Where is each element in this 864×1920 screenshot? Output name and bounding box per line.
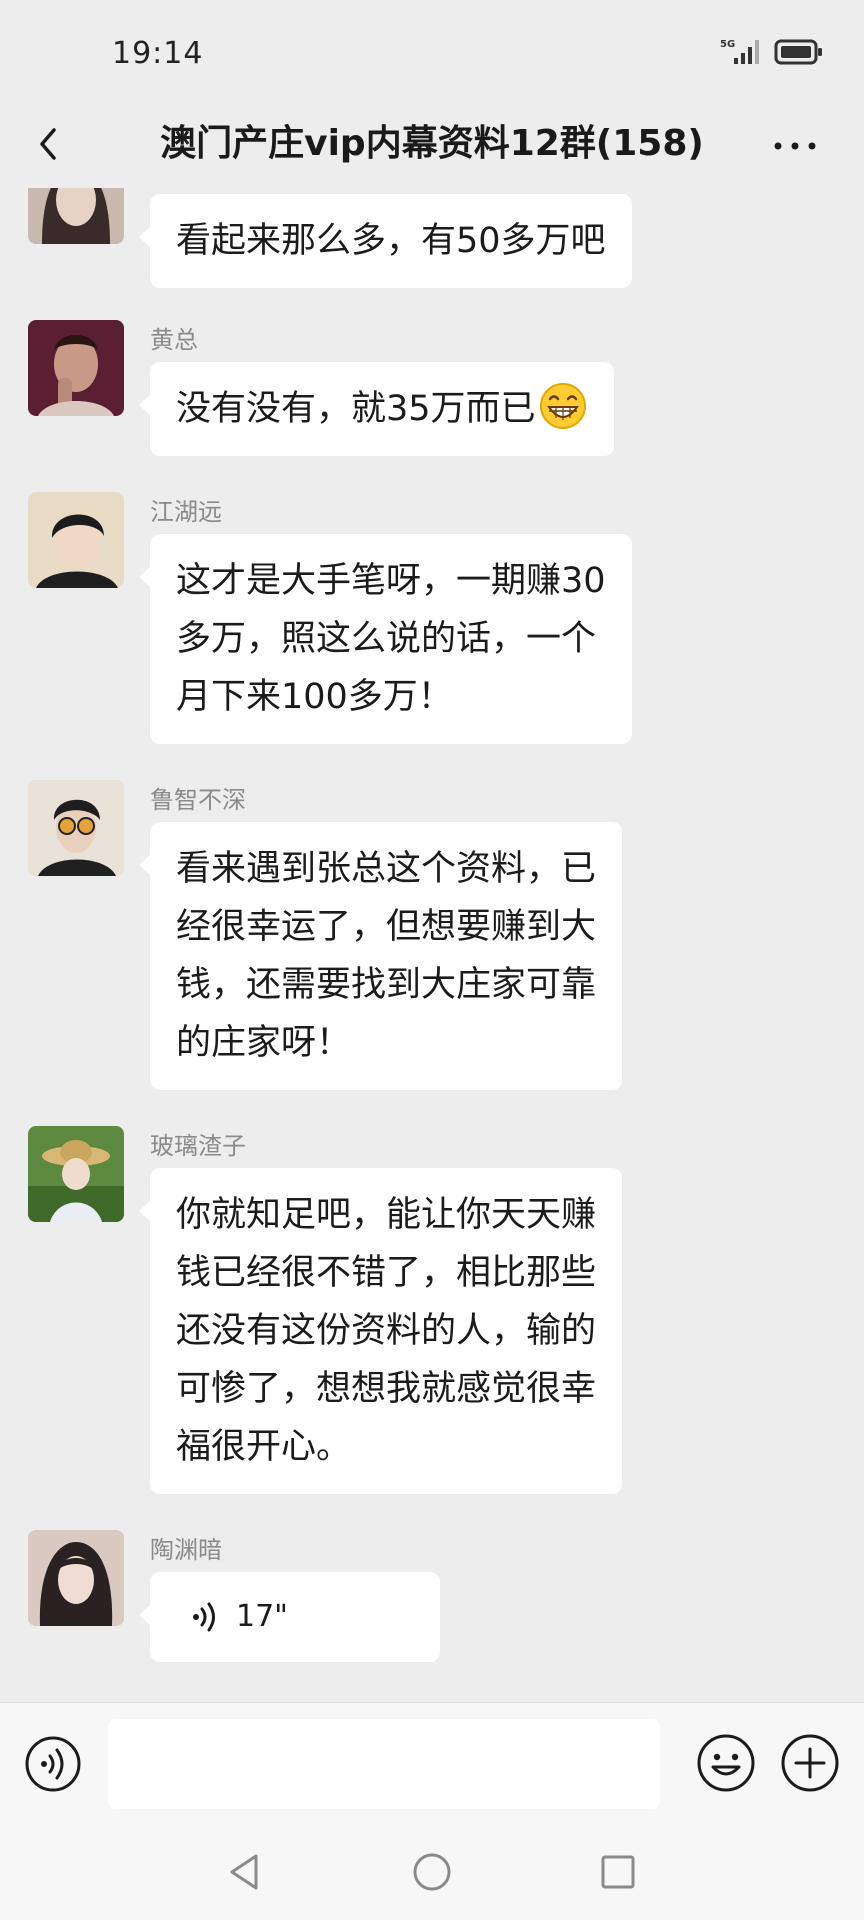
battery-icon [774, 39, 822, 65]
message-item: 江湖远 这才是大手笔呀，一期赚30 多万，照这么说的话，一个 月下来100多万！ [0, 492, 864, 762]
message-item: 黄总 没有没有，就35万而已 [0, 320, 864, 470]
status-time: 19:14 [112, 36, 204, 71]
message-item: 鲁智不深 看来遇到张总这个资料，已 经很幸运了，但想要赚到大 钱，还需要找到大庄… [0, 780, 864, 1110]
system-nav-bar [0, 1824, 864, 1920]
message-text: 经很幸运了，但想要赚到大 [176, 907, 597, 947]
avatar[interactable] [28, 1126, 124, 1222]
message-list[interactable]: 看起来那么多，有50多万吧 黄总 没有没有，就35万而已 江湖远 这才是大手笔呀… [0, 188, 864, 1702]
message-bubble[interactable]: 看来遇到张总这个资料，已 经很幸运了，但想要赚到大 钱，还需要找到大庄家可靠 的… [138, 822, 623, 1090]
message-item: 玻璃渣子 你就知足吧，能让你天天赚 钱已经很不错了，相比那些 还没有这份资料的人… [0, 1126, 864, 1516]
title-bar: 澳门产庄vip内幕资料12群(158) [0, 100, 864, 188]
nav-recent-apps-icon[interactable] [594, 1848, 642, 1896]
message-text: 可惨了，想想我就感觉很幸 [176, 1369, 597, 1409]
sender-name: 陶渊暗 [150, 1536, 222, 1564]
message-text: 多万，照这么说的话，一个 [176, 619, 597, 659]
plus-icon[interactable] [780, 1733, 840, 1793]
chat-title: 澳门产庄vip内幕资料12群(158) [160, 123, 704, 164]
grinning-face-icon [539, 383, 586, 429]
message-input[interactable] [108, 1719, 660, 1809]
message-bubble[interactable]: 没有没有，就35万而已 [139, 362, 614, 456]
message-bubble[interactable]: 这才是大手笔呀，一期赚30 多万，照这么说的话，一个 月下来100多万！ [139, 534, 632, 744]
sender-name: 鲁智不深 [150, 786, 246, 814]
avatar[interactable] [28, 492, 124, 588]
message-text: 看起来那么多，有50多万吧 [176, 221, 606, 261]
avatar[interactable] [28, 320, 124, 416]
message-text: 钱已经很不错了，相比那些 [176, 1253, 597, 1293]
message-item: 陶渊暗 17" [0, 1530, 864, 1670]
voice-duration: 17" [236, 1599, 288, 1634]
signal-icon: 5G [720, 39, 759, 64]
message-text: 你就知足吧，能让你天天赚 [176, 1195, 597, 1235]
message-text: 钱，还需要找到大庄家可靠 [176, 965, 597, 1005]
message-bubble[interactable]: 你就知足吧，能让你天天赚 钱已经很不错了，相比那些 还没有这份资料的人，输的 可… [138, 1168, 623, 1494]
message-text: 没有没有，就35万而已 [176, 389, 536, 429]
voice-input-icon[interactable] [24, 1735, 82, 1793]
avatar[interactable] [28, 780, 124, 876]
message-bubble[interactable]: 看起来那么多，有50多万吧 [139, 194, 632, 288]
sender-name: 玻璃渣子 [150, 1132, 246, 1160]
input-bar [0, 1702, 864, 1824]
nav-back-icon[interactable] [222, 1848, 270, 1896]
message-text: 福很开心。 [176, 1427, 352, 1467]
message-text: 这才是大手笔呀，一期赚30 [176, 561, 606, 601]
avatar[interactable] [28, 1530, 124, 1626]
nav-home-icon[interactable] [408, 1848, 456, 1896]
voice-message-bubble[interactable]: 17" [139, 1572, 440, 1662]
more-options-icon[interactable] [770, 114, 820, 174]
status-bar: 19:14 5G [0, 0, 864, 100]
message-text: 的庄家呀！ [176, 1023, 352, 1063]
network-label: 5G [720, 39, 735, 50]
sender-name: 黄总 [150, 326, 198, 354]
message-text: 月下来100多万！ [176, 677, 453, 717]
message-line: 没有没有，就35万而已 [176, 380, 588, 438]
avatar[interactable] [28, 188, 124, 244]
message-item: 看起来那么多，有50多万吧 [0, 188, 864, 298]
message-text: 看来遇到张总这个资料，已 [176, 849, 597, 889]
sender-name: 江湖远 [150, 498, 222, 526]
message-text: 还没有这份资料的人，输的 [176, 1311, 597, 1351]
voice-wave-icon [193, 1602, 215, 1632]
emoji-icon[interactable] [696, 1733, 756, 1793]
